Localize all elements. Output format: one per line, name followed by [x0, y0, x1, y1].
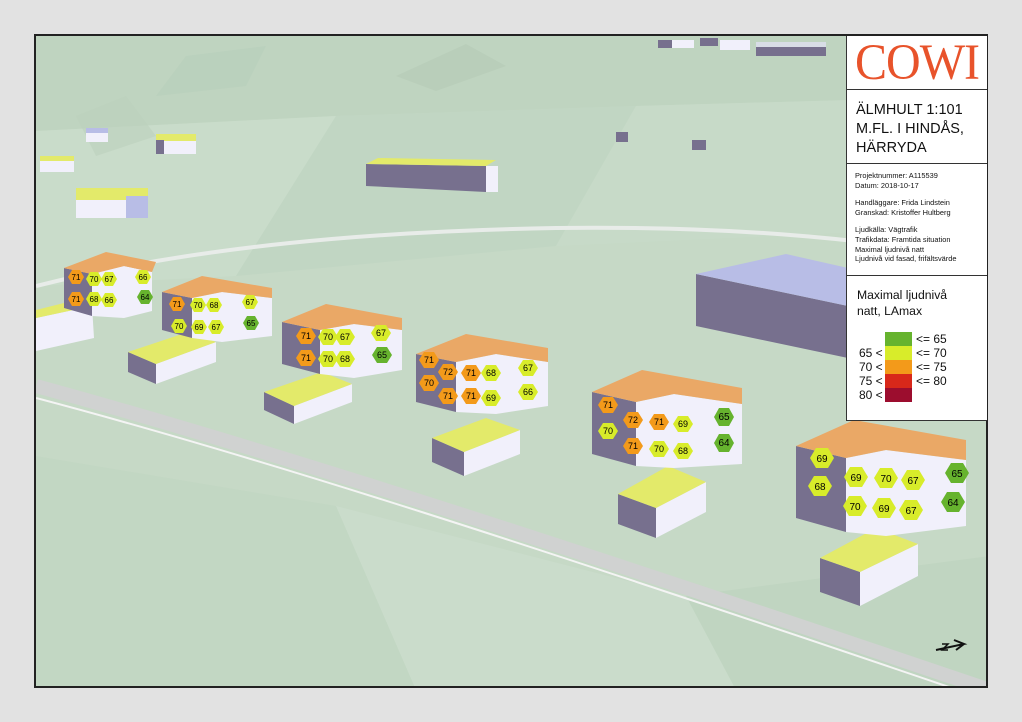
legend-class: 80 < [847, 388, 988, 402]
svg-text:71: 71 [173, 300, 182, 309]
title-line: ÄLMHULT 1:101 [856, 102, 963, 118]
svg-text:66: 66 [523, 387, 533, 397]
svg-text:65: 65 [951, 469, 963, 480]
legend-class: 65 < <= 70 [859, 346, 947, 360]
building-e: 71 72 71 69 65 70 71 70 68 64 [592, 370, 742, 468]
svg-text:71: 71 [603, 400, 613, 410]
svg-text:70: 70 [90, 275, 99, 284]
svg-text:68: 68 [340, 354, 350, 364]
svg-text:71: 71 [466, 368, 476, 378]
legend-swatch [885, 346, 912, 360]
legend-class: 70 < <= 75 [859, 360, 947, 374]
svg-text:66: 66 [139, 273, 148, 282]
svg-text:69: 69 [850, 473, 862, 484]
reviewer: Granskad: Kristoffer Hultberg [855, 207, 951, 217]
svg-text:70: 70 [323, 332, 333, 342]
svg-text:71: 71 [424, 355, 434, 365]
svg-text:69: 69 [878, 504, 890, 515]
building-f: 69 69 70 67 65 68 70 69 67 64 [796, 420, 969, 536]
svg-text:70: 70 [424, 378, 434, 388]
map-title: ÄLMHULT 1:101 M.FL. I HINDÅS, HÄRRYDA [847, 90, 987, 164]
facade-note: Ljudnivå vid fasad, frifältsvärde [855, 254, 957, 264]
svg-text:64: 64 [718, 438, 730, 449]
small-house-5 [616, 132, 628, 142]
svg-text:67: 67 [523, 363, 533, 373]
svg-text:70: 70 [603, 426, 613, 436]
small-house-4 [76, 188, 148, 218]
long-house [366, 158, 498, 192]
handler: Handläggare: Frida Lindstein [855, 198, 950, 208]
legend-class: <= 65 [847, 332, 988, 346]
svg-text:67: 67 [376, 328, 386, 338]
svg-text:67: 67 [340, 332, 350, 342]
legend: Maximal ljudnivå natt, LAmax <= 65 65 < … [847, 276, 987, 421]
svg-text:68: 68 [678, 446, 688, 456]
project-number: Projektnummer: A115539 [855, 171, 938, 180]
building-c: 71 70 67 67 71 70 68 65 [282, 304, 402, 378]
svg-text:69: 69 [195, 323, 204, 332]
project-info: Projektnummer: A115539 Datum: 2018-10-17… [847, 164, 987, 276]
svg-text:67: 67 [907, 476, 919, 487]
svg-text:70: 70 [323, 354, 333, 364]
svg-text:67: 67 [246, 298, 255, 307]
company-logo: COWI [847, 36, 987, 90]
legend-swatch [885, 360, 912, 374]
svg-text:67: 67 [105, 275, 114, 284]
metric: Maximal ljudnivå natt [855, 244, 925, 254]
svg-text:70: 70 [175, 322, 184, 331]
svg-text:65: 65 [247, 319, 256, 328]
svg-text:69: 69 [486, 393, 496, 403]
traffic-data: Trafikdata: Framtida situation [855, 234, 951, 244]
map-frame: 71 70 67 66 71 68 66 64 71 70 68 67 70 6… [34, 34, 988, 688]
svg-text:68: 68 [210, 301, 219, 310]
small-house-3 [40, 156, 74, 172]
svg-text:68: 68 [814, 482, 826, 493]
project-date: Datum: 2018-10-17 [855, 180, 919, 190]
legend-class: 75 < <= 80 [859, 374, 947, 388]
svg-text:65: 65 [718, 412, 730, 423]
svg-text:71: 71 [443, 391, 453, 401]
svg-text:71: 71 [72, 295, 81, 304]
noise-source: Ljudkälla: Vägtrafik [855, 225, 918, 235]
svg-text:67: 67 [212, 323, 221, 332]
small-house-6 [692, 140, 706, 150]
legend-swatch [885, 374, 912, 388]
svg-text:64: 64 [947, 498, 959, 509]
legend-swatch [885, 388, 912, 402]
svg-text:68: 68 [90, 295, 99, 304]
svg-text:72: 72 [628, 415, 638, 425]
svg-text:64: 64 [141, 293, 150, 302]
building-b: 71 70 68 67 70 69 67 65 [162, 276, 272, 342]
title-block: COWI ÄLMHULT 1:101 M.FL. I HINDÅS, HÄRRY… [846, 36, 987, 421]
legend-title-line2: natt, LAmax [857, 304, 923, 318]
svg-text:68: 68 [486, 368, 496, 378]
svg-text:71: 71 [301, 331, 311, 341]
svg-text:67: 67 [905, 506, 917, 517]
svg-text:70: 70 [849, 502, 861, 513]
legend-swatch [885, 332, 912, 346]
legend-title-line1: Maximal ljudnivå [857, 288, 948, 302]
small-house-1 [86, 128, 108, 142]
title-line: HÄRRYDA [856, 140, 927, 156]
svg-text:71: 71 [654, 417, 664, 427]
small-house-2 [156, 134, 196, 154]
title-line: M.FL. I HINDÅS, [856, 121, 964, 137]
svg-text:69: 69 [678, 419, 688, 429]
svg-text:71: 71 [628, 441, 638, 451]
svg-text:66: 66 [105, 296, 114, 305]
svg-text:69: 69 [816, 454, 828, 465]
svg-text:72: 72 [443, 367, 453, 377]
svg-text:71: 71 [72, 273, 81, 282]
svg-text:70: 70 [654, 444, 664, 454]
svg-text:71: 71 [301, 353, 311, 363]
svg-text:71: 71 [466, 391, 476, 401]
svg-text:65: 65 [377, 350, 387, 360]
svg-text:70: 70 [194, 301, 203, 310]
svg-text:70: 70 [880, 474, 892, 485]
